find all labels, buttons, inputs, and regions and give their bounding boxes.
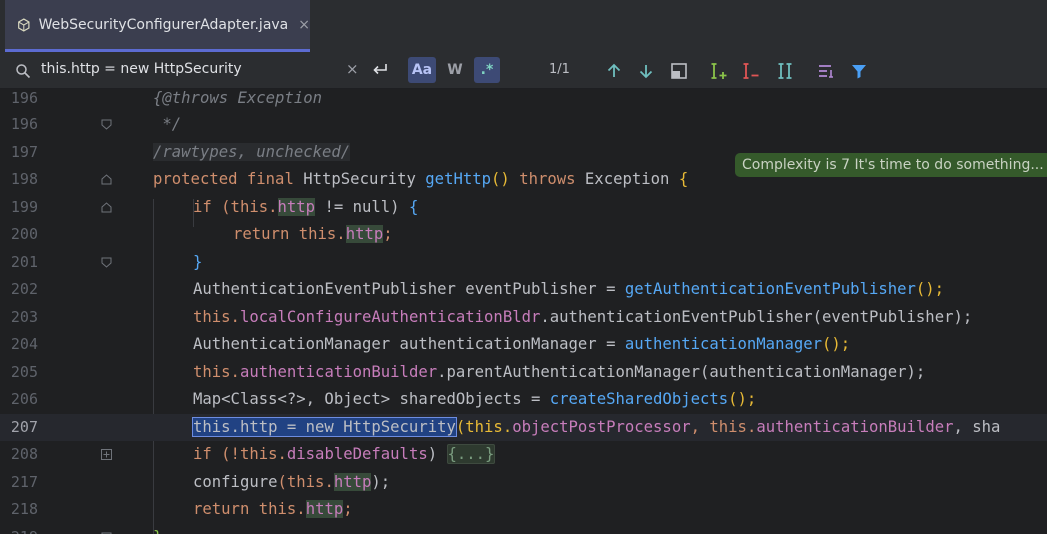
fold-end-icon[interactable] xyxy=(101,119,112,130)
folded-block[interactable]: {...} xyxy=(446,444,496,464)
tab-bar: WebSecurityConfigurerAdapter.java × xyxy=(0,0,1047,52)
code-line: 196 {@throws Exception xyxy=(10,89,322,107)
code-line: 205 this.authenticationBuilder.parentAut… xyxy=(10,362,926,381)
code-line: 196 */ xyxy=(10,115,182,133)
code-line: 199 if (this.http != null) { xyxy=(10,197,419,216)
arrow-down-icon[interactable] xyxy=(636,61,656,81)
filter-icon[interactable] xyxy=(849,61,869,81)
code-line: 201 } xyxy=(10,252,203,271)
code-line: 208 if (!this.disableDefaults) {...} xyxy=(10,444,496,464)
complexity-hint[interactable]: Complexity is 7 It's time to do somethin… xyxy=(735,153,1047,177)
search-match-selection: this.http = new HttpSecurity xyxy=(192,416,457,437)
tab-close-icon[interactable]: × xyxy=(298,17,310,33)
current-line: 207 this.http = new HttpSecurity(this.ob… xyxy=(0,413,1047,441)
search-input[interactable]: this.http = new HttpSecurity xyxy=(41,61,242,77)
fold-collapsed-icon[interactable] xyxy=(101,449,112,460)
fold-start-icon[interactable] xyxy=(101,201,112,213)
search-icon[interactable] xyxy=(15,63,31,79)
code-editor[interactable]: 196 {@throws Exception 196 */ 197 /rawty… xyxy=(0,89,1047,534)
code-line: 204 AuthenticationManager authentication… xyxy=(10,335,851,353)
code-line: 206 Map<Class<?>, Object> sharedObjects … xyxy=(10,390,757,408)
match-case-toggle[interactable]: Aa xyxy=(408,57,436,83)
match-count: 1/1 xyxy=(549,62,570,77)
remove-selection-icon[interactable] xyxy=(741,61,761,81)
add-selection-icon[interactable] xyxy=(709,61,729,81)
find-bar: this.http = new HttpSecurity × Aa W .* 1… xyxy=(0,52,1047,89)
select-all-icon[interactable] xyxy=(775,61,795,81)
code-line: 200 return this.http; xyxy=(10,225,393,243)
code-line: 218 return this.http; xyxy=(10,500,353,518)
code-line: 202 AuthenticationEventPublisher eventPu… xyxy=(10,280,945,298)
editor-tab[interactable]: WebSecurityConfigurerAdapter.java × xyxy=(5,0,310,52)
fold-start-icon[interactable] xyxy=(101,174,112,185)
code-line: 217 configure(this.http); xyxy=(10,472,391,491)
fold-end-icon[interactable] xyxy=(101,257,112,268)
clear-search-icon[interactable]: × xyxy=(346,60,359,78)
regex-toggle[interactable]: .* xyxy=(474,57,500,83)
whole-words-toggle[interactable]: W xyxy=(442,57,468,83)
code-line: 203 this.localConfigureAuthenticationBld… xyxy=(10,307,973,326)
tab-title: WebSecurityConfigurerAdapter.java xyxy=(38,16,289,33)
java-class-icon xyxy=(18,17,30,32)
select-all-occurrences-icon[interactable] xyxy=(669,61,689,81)
multiline-icon[interactable] xyxy=(816,61,836,81)
code-line: 219 } xyxy=(0,524,1047,534)
arrow-up-icon[interactable] xyxy=(604,61,624,81)
new-line-icon[interactable] xyxy=(371,60,389,78)
